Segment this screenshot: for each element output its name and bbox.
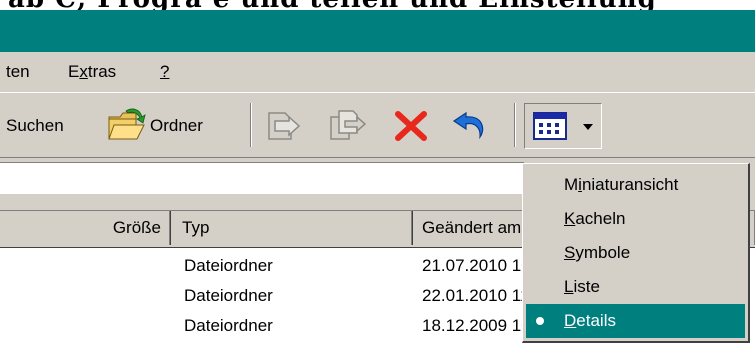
menu-item-label: acheln: [575, 209, 626, 228]
menu-item-label: etails: [576, 311, 616, 330]
menu-item-list[interactable]: Liste: [526, 270, 745, 304]
menu-item-details[interactable]: Details: [526, 304, 745, 338]
search-button-label: Suchen: [6, 116, 64, 135]
cell-type: Dateiordner: [184, 256, 273, 275]
menu-item-label: M: [564, 175, 579, 194]
folder-icon: [108, 108, 146, 140]
delete-icon[interactable]: [393, 109, 429, 143]
column-header-type[interactable]: Typ: [172, 211, 412, 245]
views-dropdown-menu: Miniaturansicht Kacheln Symbole Liste De…: [522, 163, 750, 343]
menu-item-label: niaturansicht: [581, 175, 679, 194]
menu-label: E: [68, 62, 80, 81]
menu-item-icons[interactable]: Symbole: [526, 236, 745, 270]
search-button[interactable]: Suchen: [6, 115, 64, 137]
menu-item-label: iste: [573, 277, 600, 296]
address-field[interactable]: [0, 162, 524, 194]
move-to-icon[interactable]: [265, 107, 303, 143]
column-header-size[interactable]: Größe: [0, 211, 170, 245]
column-header-label: Geändert am: [422, 218, 522, 237]
folders-button[interactable]: Ordner: [106, 107, 256, 147]
dropdown-arrow-icon[interactable]: [583, 124, 593, 130]
undo-icon[interactable]: [450, 107, 490, 143]
column-header-label: Typ: [182, 218, 210, 237]
selected-bullet-icon: [536, 317, 544, 325]
menu-bar: ten Extras ?: [0, 52, 755, 93]
menu-accel: ?: [160, 62, 170, 81]
menu-item-tiles[interactable]: Kacheln: [526, 202, 745, 236]
cell-type: Dateiordner: [184, 316, 273, 335]
menu-label: tras: [87, 62, 117, 81]
toolbar-separator: [250, 103, 252, 147]
menu-item-accel: K: [564, 209, 576, 228]
views-button[interactable]: [524, 103, 602, 149]
menu-extras[interactable]: Extras: [68, 61, 116, 83]
menu-accel: x: [79, 62, 88, 81]
menu-item-accel: D: [564, 311, 577, 330]
menu-item-label: ymbole: [575, 243, 631, 262]
column-header-label: Größe: [112, 218, 161, 237]
menu-item-thumbnails[interactable]: Miniaturansicht: [526, 168, 745, 202]
menu-ansicht-partial[interactable]: ten: [6, 61, 30, 83]
views-icon: [533, 112, 567, 140]
menu-help[interactable]: ?: [160, 61, 169, 83]
title-bar[interactable]: [0, 10, 755, 52]
copy-to-icon[interactable]: [327, 107, 367, 143]
window-top-edge: ab C; Progra e und teilen und Einstellun…: [0, 0, 755, 10]
cell-type: Dateiordner: [184, 286, 273, 305]
menu-label: ten: [6, 62, 30, 81]
menu-item-accel: S: [564, 243, 576, 262]
folders-button-label: Ordner: [150, 116, 203, 135]
toolbar: Suchen Ordner: [0, 93, 755, 158]
window-top-partial-text: ab C; Progra e und teilen und Einstellun…: [8, 0, 657, 10]
toolbar-separator: [514, 103, 516, 147]
